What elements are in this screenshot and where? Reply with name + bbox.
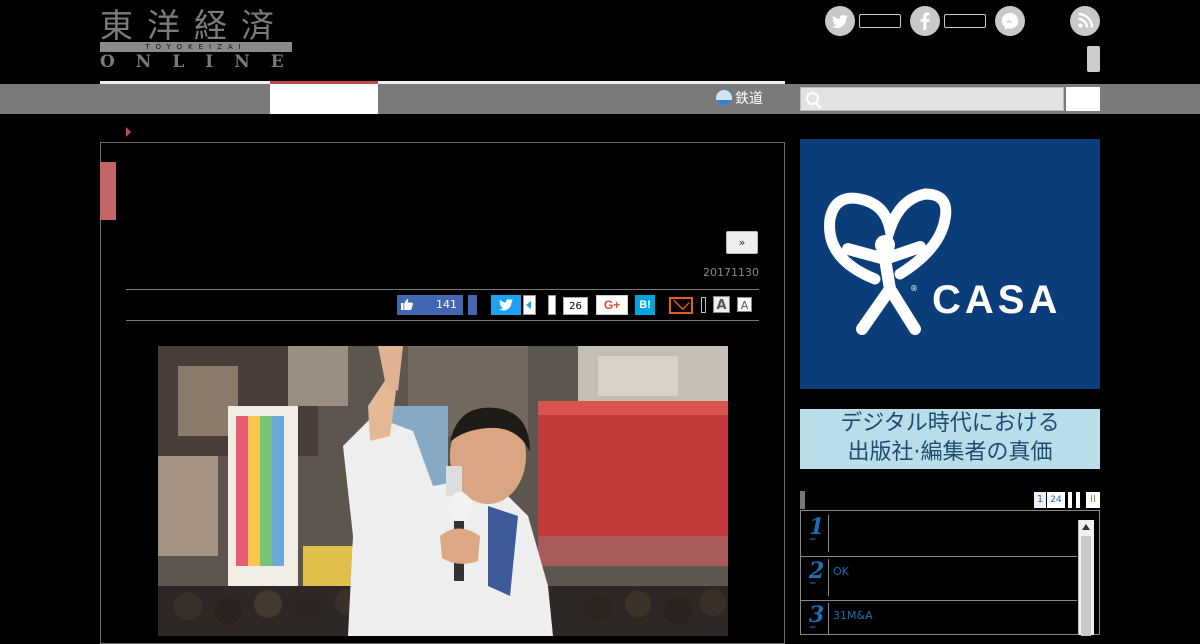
nav-top-rule bbox=[100, 81, 785, 84]
ranking-item[interactable]: 1 ▔ bbox=[801, 511, 1077, 557]
ranking-title: 31M&A bbox=[833, 609, 873, 622]
font-size-small-button[interactable]: A bbox=[737, 297, 752, 312]
facebook-share-button[interactable] bbox=[468, 295, 477, 315]
twitter-follow[interactable] bbox=[825, 6, 903, 36]
ranking-scrollbar[interactable] bbox=[1078, 520, 1094, 636]
search-button[interactable] bbox=[1066, 87, 1100, 111]
tweet-button[interactable] bbox=[491, 295, 521, 315]
mail-share-icon[interactable] bbox=[669, 297, 693, 314]
ranking-tab-24[interactable]: 24 bbox=[1047, 492, 1065, 508]
search-icon bbox=[806, 92, 819, 105]
breadcrumb-arrow-icon bbox=[126, 127, 131, 137]
ranking-number-underline: ▔ bbox=[810, 583, 816, 591]
header-menu-button[interactable] bbox=[1087, 46, 1100, 72]
logo-kanji: 東洋経済 bbox=[100, 6, 288, 45]
rss-link[interactable] bbox=[1070, 6, 1100, 36]
site-logo[interactable]: 東洋経済 TOYOKEIZAI ONLINE bbox=[100, 6, 305, 72]
ranking-tab-5[interactable]: II bbox=[1086, 492, 1100, 508]
ranking-number-underline: ▔ bbox=[810, 539, 816, 547]
facebook-follow[interactable] bbox=[910, 6, 988, 36]
publishing-seminar-banner[interactable]: デジタル時代における 出版社·編集者の真価 bbox=[800, 409, 1100, 469]
ranking-list: 1 ▔ 2 ▔ OK 3 ▔ 31M&A bbox=[800, 510, 1100, 635]
font-size-large-button[interactable]: A bbox=[713, 296, 730, 313]
speaker-photo bbox=[158, 346, 728, 636]
ranking-item[interactable]: 2 ▔ OK bbox=[801, 555, 1077, 601]
share-bar-top-rule bbox=[126, 289, 759, 290]
tweet-count-bubble bbox=[523, 295, 536, 315]
scroll-thumb[interactable] bbox=[1081, 536, 1091, 636]
logo-online: ONLINE bbox=[100, 52, 305, 72]
thumbs-up-icon bbox=[401, 299, 413, 310]
ranking-number: 3 bbox=[809, 602, 825, 628]
ranking-divider bbox=[828, 603, 829, 634]
nav-tab-railway[interactable]: 鉄道 bbox=[716, 88, 780, 110]
casa-ad-banner[interactable]: ® CASA bbox=[800, 139, 1100, 389]
ranking-number-underline: ▔ bbox=[810, 627, 816, 635]
ranking-divider bbox=[828, 559, 829, 596]
next-page-button[interactable]: » bbox=[726, 231, 758, 254]
facebook-like-button[interactable]: 141 bbox=[397, 295, 463, 315]
google-plus-button[interactable]: G+ bbox=[596, 295, 628, 315]
ranking-divider bbox=[828, 515, 829, 552]
ranking-number: 2 bbox=[809, 558, 825, 584]
train-icon bbox=[716, 90, 732, 106]
article-main-photo bbox=[158, 346, 728, 636]
nav-tab-railway-label: 鉄道 bbox=[735, 91, 763, 107]
logo-roman: TOYOKEIZAI bbox=[100, 42, 292, 52]
casa-wordmark: CASA bbox=[932, 278, 1061, 322]
ranking-header-marker bbox=[800, 491, 805, 509]
banner-line-1: デジタル時代における bbox=[840, 411, 1060, 436]
ranking-tab-4[interactable] bbox=[1076, 492, 1080, 508]
casa-logo: ® CASA bbox=[824, 188, 1061, 335]
article-title-marker bbox=[100, 162, 116, 220]
share-count: 26 bbox=[563, 297, 588, 315]
svg-text:®: ® bbox=[910, 284, 918, 293]
facebook-icon bbox=[910, 6, 940, 36]
ranking-tab-1[interactable]: 1 bbox=[1034, 492, 1046, 508]
twitter-icon bbox=[825, 6, 855, 36]
share-count-bracket bbox=[548, 295, 556, 315]
twitter-icon bbox=[499, 299, 513, 311]
facebook-like-count: 141 bbox=[436, 298, 457, 311]
nav-tab-active[interactable] bbox=[270, 84, 378, 114]
messenger-share[interactable] bbox=[995, 6, 1025, 36]
search-input[interactable] bbox=[800, 87, 1064, 111]
scroll-up-arrow-icon[interactable] bbox=[1082, 524, 1090, 530]
hatena-bookmark-button[interactable]: B! bbox=[635, 295, 655, 315]
banner-line-2: 出版社·編集者の真価 bbox=[847, 440, 1053, 465]
ranking-title: OK bbox=[833, 565, 849, 578]
ranking-number: 1 bbox=[809, 514, 825, 540]
rss-icon bbox=[1070, 6, 1100, 36]
facebook-follow-count bbox=[944, 14, 986, 28]
messenger-icon bbox=[995, 6, 1025, 36]
article-date: 20171130 bbox=[703, 266, 759, 279]
ranking-tab-3[interactable] bbox=[1068, 492, 1072, 508]
share-bar-bottom-rule bbox=[126, 320, 759, 321]
twitter-follow-count bbox=[859, 14, 901, 28]
print-button[interactable] bbox=[701, 297, 706, 313]
